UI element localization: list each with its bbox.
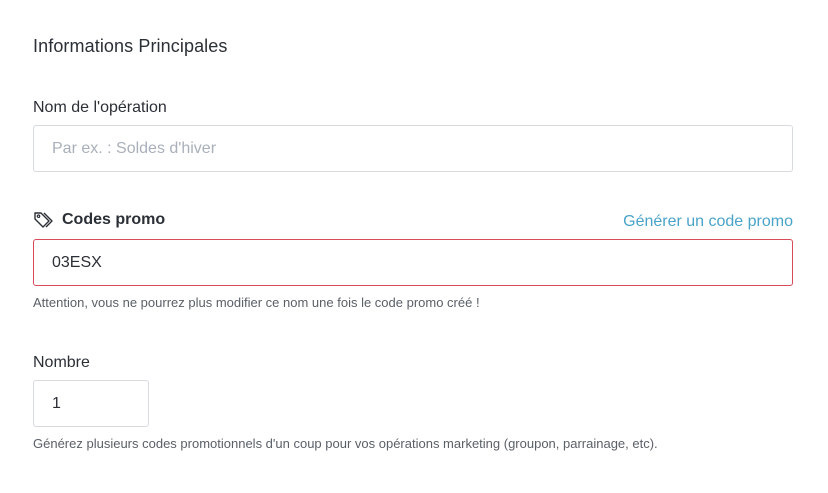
promo-codes-header: Codes promo Générer un code promo [33,209,793,233]
promo-codes-label: Codes promo [62,211,166,228]
count-hint: Générez plusieurs codes promotionnels d'… [33,436,658,451]
count-label: Nombre [33,354,90,371]
generate-code-link[interactable]: Générer un code promo [623,213,793,231]
tag-icon [33,210,55,230]
promo-code-hint: Attention, vous ne pourrez plus modifier… [33,295,480,310]
promo-code-input[interactable] [33,239,793,286]
operation-name-input[interactable] [33,125,793,172]
section-title: Informations Principales [33,36,228,56]
count-input[interactable] [33,380,149,427]
operation-name-label: Nom de l'opération [33,99,167,116]
